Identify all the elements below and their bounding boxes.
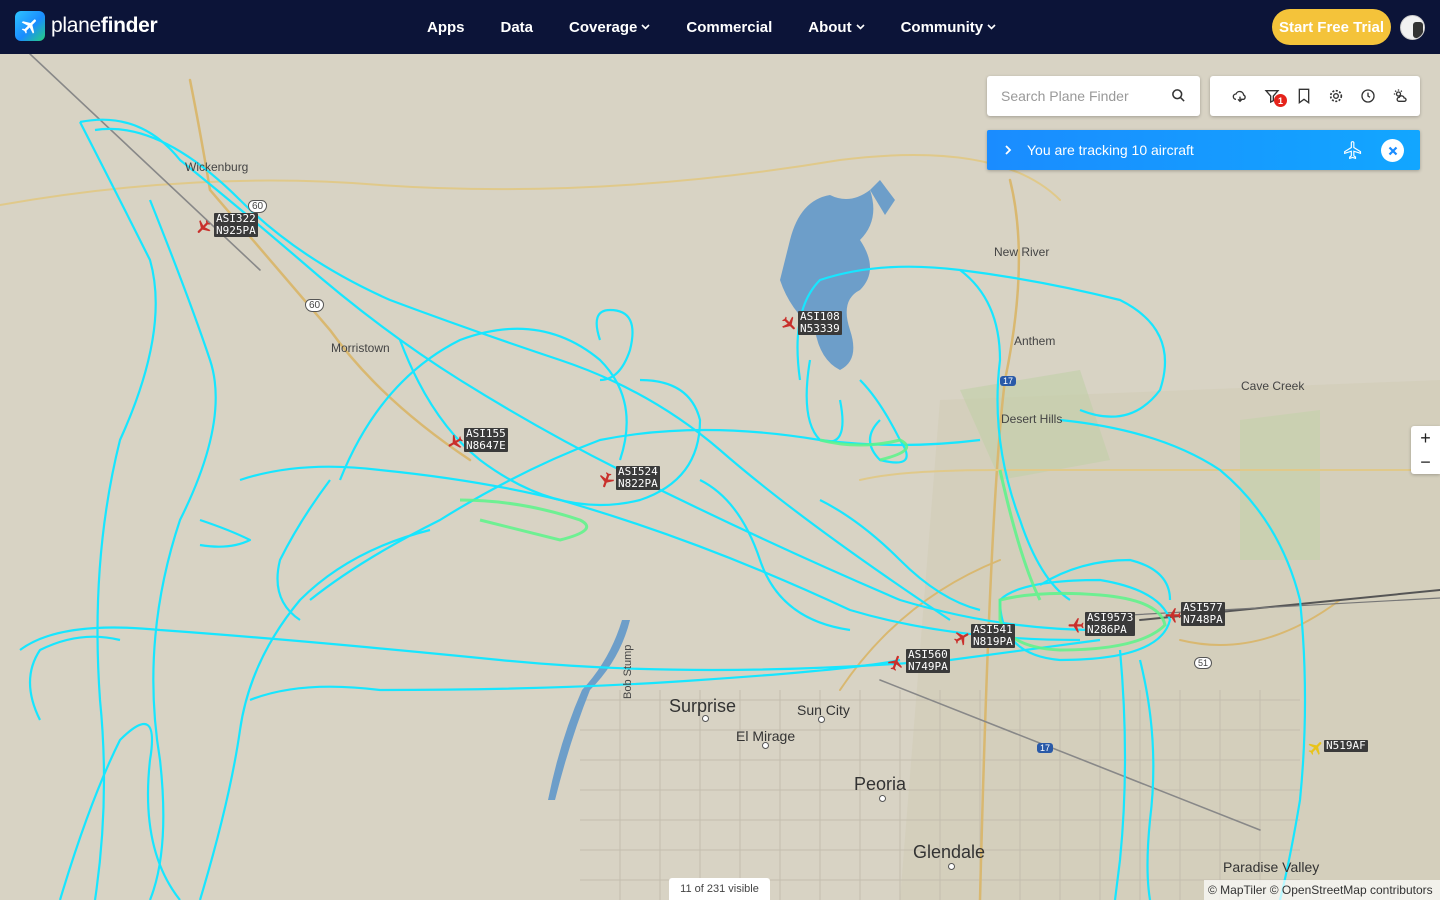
filter-count-badge: 1 [1274,94,1287,107]
search-input[interactable] [987,88,1157,104]
place-morristown: Morristown [331,341,390,355]
city-dot [948,863,955,870]
aircraft-icon[interactable] [1164,606,1182,624]
aircraft-icon[interactable] [1067,616,1085,634]
nav-apps[interactable]: Apps [427,19,465,36]
place-desert-hills: Desert Hills [1001,412,1063,426]
aircraft-icon[interactable] [887,654,905,672]
search-box [987,76,1200,116]
nav-coverage[interactable]: Coverage [569,19,650,36]
chevron-down-icon [641,24,650,30]
place-sun-city: Sun City [797,702,850,718]
settings-icon [1329,89,1343,103]
user-avatar[interactable] [1400,15,1425,40]
filter-button[interactable]: 1 [1256,80,1288,112]
bookmark-icon [1298,88,1310,104]
place-wickenburg: Wickenburg [185,160,249,174]
i-17-shield: 17 [1037,743,1054,753]
az-51-shield: 51 [1194,657,1213,669]
chevron-down-icon [987,24,996,30]
weather-icon [1393,89,1407,102]
nav-commercial[interactable]: Commercial [686,19,772,36]
chevron-down-icon [856,24,865,30]
weather-button[interactable] [1384,80,1416,112]
place-cave-creek: Cave Creek [1241,379,1305,393]
aircraft-label[interactable]: ASI322 N925PA [214,213,258,237]
place-anthem: Anthem [1014,334,1056,348]
aircraft-label[interactable]: ASI541 N819PA [971,624,1015,648]
map-attribution[interactable]: © MapTiler © OpenStreetMap contributors [1204,880,1440,900]
city-dot [879,795,886,802]
zoom-in-button[interactable]: + [1411,426,1440,450]
city-dot [818,716,825,723]
nav-about[interactable]: About [808,19,865,36]
start-free-trial-button[interactable]: Start Free Trial [1272,9,1391,45]
zoom-control: + − [1411,426,1440,474]
place-surprise: Surprise [669,696,737,716]
chevron-right-icon[interactable] [1002,144,1014,156]
plane-logo-icon [15,11,45,41]
tracking-message: You are tracking 10 aircraft [1027,142,1194,158]
place-glendale: Glendale [913,842,986,862]
aircraft-icon[interactable] [194,218,212,236]
map-toolbar: 1 [1210,76,1420,116]
history-button[interactable] [1352,80,1384,112]
cloud-icon [1232,90,1246,103]
aircraft-icon[interactable] [953,629,971,647]
aircraft-label[interactable]: N519AF [1324,740,1368,752]
visible-aircraft-count: 11 of 231 visible [669,878,770,900]
aircraft-label[interactable]: ASI108 N53339 [798,311,842,335]
close-icon [1388,146,1397,155]
flight-map[interactable]: Wickenburg Morristown New River Anthem C… [0,54,1440,900]
aircraft-icon[interactable] [1307,739,1325,757]
city-dot [762,742,769,749]
close-tracking-button[interactable] [1381,139,1404,162]
main-nav: Apps Data Coverage Commercial About Comm… [427,0,1032,54]
brand-name: planefinder [51,14,158,37]
aircraft-label[interactable]: ASI155 N8647E [464,428,508,452]
place-peoria: Peoria [854,774,907,794]
i-17-shield: 17 [1000,376,1017,386]
map-canvas [0,54,1440,900]
aircraft-icon[interactable] [597,471,615,489]
nav-community[interactable]: Community [901,19,997,36]
zoom-out-button[interactable]: − [1411,450,1440,474]
aircraft-icon[interactable] [780,315,798,333]
settings-button[interactable] [1320,80,1352,112]
brand-logo[interactable]: planefinder [15,11,158,41]
aircraft-label[interactable]: ASI560 N749PA [906,649,950,673]
plane-outline-icon[interactable] [1343,140,1363,160]
city-dot [702,715,709,722]
aircraft-label[interactable]: ASI577 N748PA [1181,602,1225,626]
aircraft-label[interactable]: ASI9573 N286PA [1085,612,1136,636]
tracking-banner: You are tracking 10 aircraft [987,130,1420,170]
aircraft-label[interactable]: ASI524 N822PA [616,466,660,490]
place-bob-stump-road: Bob Stump [622,644,634,699]
history-icon [1361,89,1375,103]
place-paradise-valley: Paradise Valley [1223,859,1320,875]
us-60-shield: 60 [305,299,325,312]
aircraft-icon[interactable] [446,433,464,451]
nav-data[interactable]: Data [501,19,534,36]
cloud-button[interactable] [1224,80,1256,112]
search-icon[interactable] [1171,88,1186,103]
bookmark-button[interactable] [1288,80,1320,112]
top-navbar: planefinder Apps Data Coverage Commercia… [0,0,1440,54]
place-new-river: New River [994,245,1050,259]
